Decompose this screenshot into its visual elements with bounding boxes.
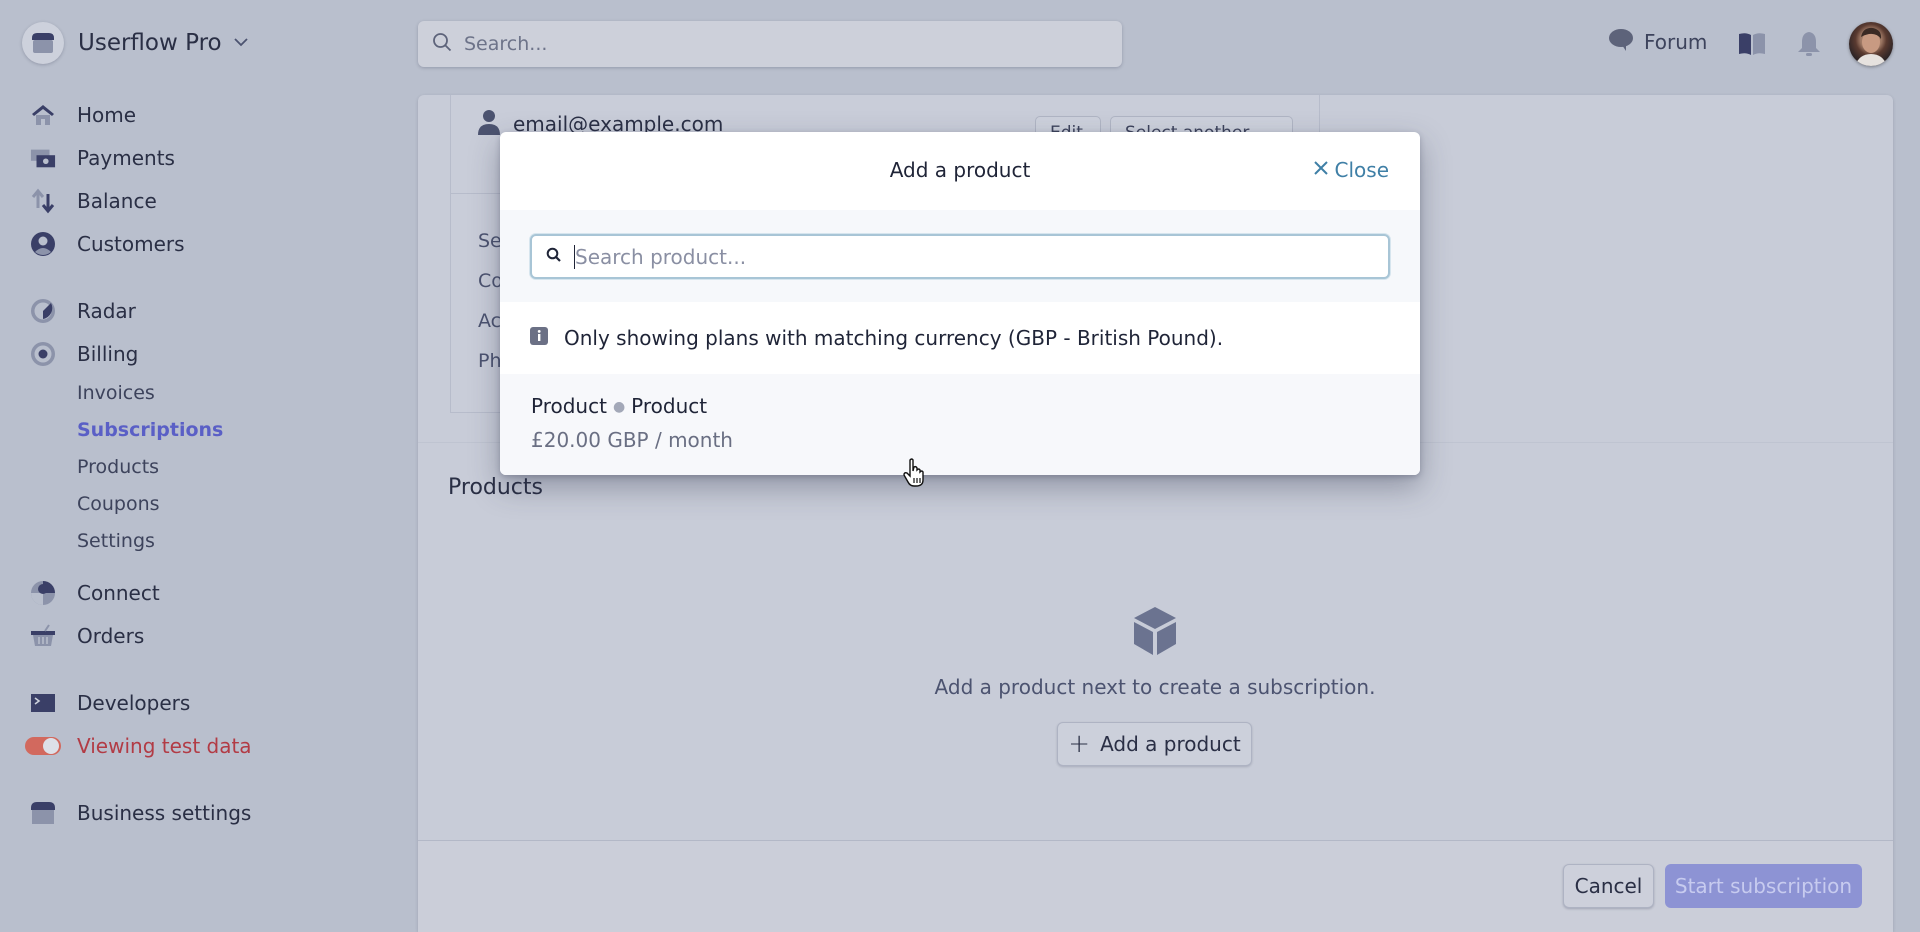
sidebar-item-home[interactable]: Home [30,100,136,130]
customers-icon [30,231,56,257]
sidebar-subitem-invoices[interactable]: Invoices [77,382,155,404]
modal-close-button[interactable]: Close [1313,157,1389,182]
account-name: Userflow Pro [78,30,222,56]
radar-icon [30,298,56,324]
sidebar-subitem-subscriptions[interactable]: Subscriptions [77,419,223,441]
add-product-button[interactable]: + Add a product [1057,722,1252,766]
toggle-icon [24,733,62,759]
sidebar-subitem-products[interactable]: Products [77,456,159,478]
empty-state-message: Add a product next to create a subscript… [934,675,1376,699]
product-box-icon [1132,605,1178,661]
chat-bubble-icon [1608,28,1634,56]
sidebar: Userflow Pro Home Payments Balance Custo… [0,0,400,932]
plus-icon: + [1068,729,1091,759]
start-subscription-button[interactable]: Start subscription [1665,864,1862,908]
currency-info-notice: Only showing plans with matching currenc… [500,302,1420,374]
search-icon [432,32,452,56]
sidebar-item-radar[interactable]: Radar [30,296,136,326]
connect-icon [30,580,56,606]
customer-field-label: Se [478,230,502,252]
product-option[interactable]: Product ● Product £20.00 GBP / month [500,374,1420,475]
forum-link[interactable]: Forum [1608,28,1707,56]
store-logo-icon [22,22,64,64]
sidebar-item-orders[interactable]: Orders [30,621,144,651]
sidebar-subitem-coupons[interactable]: Coupons [77,493,160,515]
cancel-button[interactable]: Cancel [1563,864,1654,908]
add-product-modal: Add a product Close Search product... On… [500,132,1420,475]
global-search-input[interactable]: Search... [418,21,1122,67]
search-icon [546,247,562,267]
modal-header: Add a product Close [500,132,1420,210]
balance-icon [30,188,56,214]
sidebar-item-connect[interactable]: Connect [30,578,160,608]
product-search-input[interactable]: Search product... [530,234,1390,279]
docs-book-icon[interactable] [1738,32,1766,60]
sidebar-item-business-settings[interactable]: Business settings [30,798,251,828]
close-icon [1313,157,1329,182]
chevron-down-icon [233,35,248,51]
test-data-toggle[interactable]: Viewing test data [24,731,252,761]
notifications-bell-icon[interactable] [1796,30,1822,62]
billing-icon [30,341,56,367]
separator-dot: ● [612,399,626,415]
products-section-title: Products [448,475,543,500]
product-option-name: Product ● Product [531,394,708,418]
person-icon [477,108,501,140]
user-avatar[interactable] [1849,22,1893,66]
business-icon [30,800,56,826]
sidebar-item-customers[interactable]: Customers [30,229,185,259]
terminal-icon [30,690,56,716]
account-switcher[interactable]: Userflow Pro [22,22,248,64]
payments-icon [30,145,56,171]
orders-icon [30,623,56,649]
sidebar-item-balance[interactable]: Balance [30,186,157,216]
customer-field-label: Ph [478,350,502,372]
product-option-price: £20.00 GBP / month [531,428,733,452]
info-icon [530,327,548,349]
modal-search-area: Search product... [500,210,1420,302]
sidebar-subitem-settings[interactable]: Settings [77,530,155,552]
home-icon [30,102,56,128]
sidebar-item-developers[interactable]: Developers [30,688,190,718]
modal-title: Add a product [889,158,1031,182]
sidebar-item-billing[interactable]: Billing [30,339,138,369]
sidebar-item-payments[interactable]: Payments [30,143,175,173]
customer-field-label: Ac [478,310,502,332]
